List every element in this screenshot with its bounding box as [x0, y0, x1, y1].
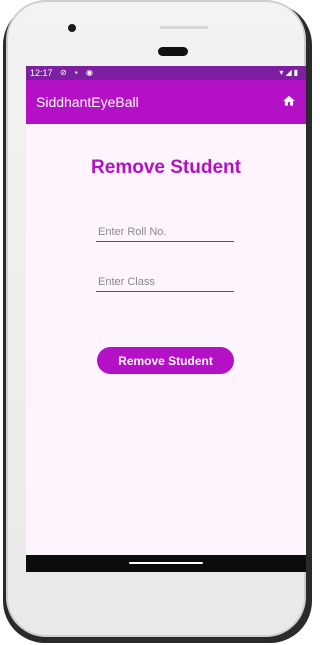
home-icon[interactable] [282, 94, 296, 108]
signal-battery-icons: ▾◢▮ [279, 68, 300, 77]
app-bar: SiddhantEyeBall [26, 80, 306, 124]
class-input[interactable] [96, 274, 234, 292]
navigation-bar [26, 555, 306, 572]
earpiece-speaker [158, 47, 188, 56]
home-gesture-handle[interactable] [129, 562, 203, 564]
roll-no-input[interactable] [96, 224, 234, 242]
front-camera [68, 24, 76, 32]
phone-screen: 12:17 ⊘ ▪ ◉ ▾◢▮ SiddhantEyeBall Remove S… [26, 66, 306, 572]
remove-student-button[interactable]: Remove Student [97, 347, 234, 374]
status-time: 12:17 [30, 68, 53, 78]
proximity-sensor [160, 26, 208, 29]
status-bar: 12:17 ⊘ ▪ ◉ ▾◢▮ [26, 66, 306, 80]
app-title: SiddhantEyeBall [36, 94, 139, 110]
page-title: Remove Student [91, 157, 241, 178]
notification-icons: ⊘ ▪ ◉ [60, 68, 96, 77]
